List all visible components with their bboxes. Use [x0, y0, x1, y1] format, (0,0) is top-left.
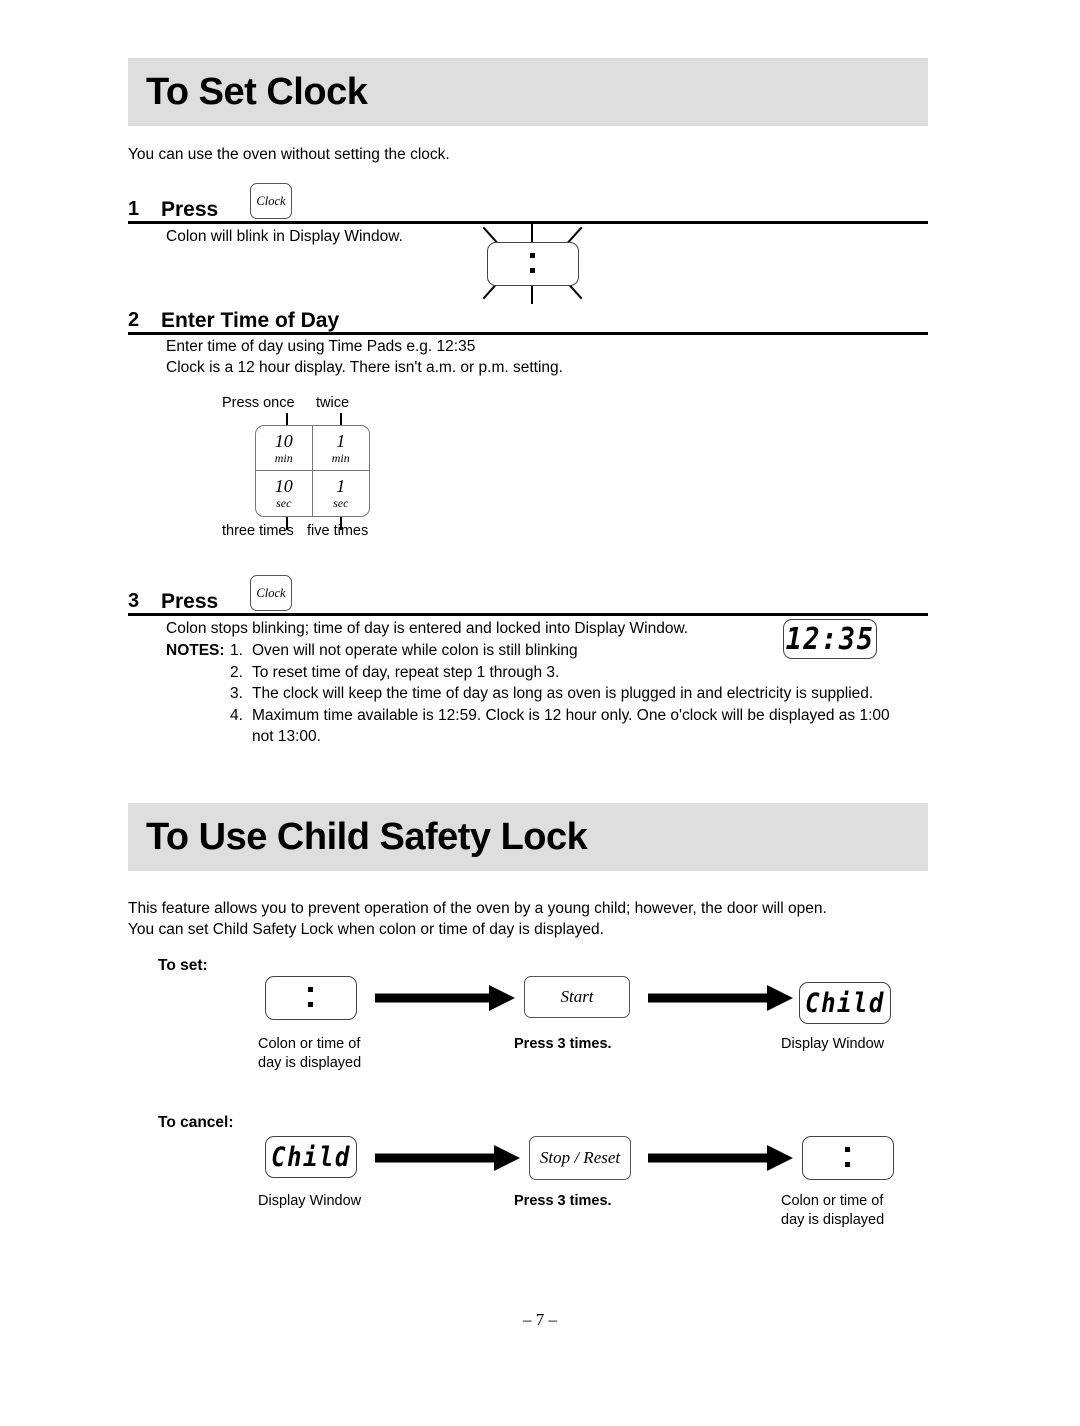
step-2-body: Enter time of day using Time Pads e.g. 1…	[166, 338, 563, 376]
note-text-2: To reset time of day, repeat step 1 thro…	[252, 663, 560, 681]
timepad-caption-twice: twice	[316, 395, 350, 411]
stop-reset-key[interactable]: Stop / Reset	[529, 1136, 631, 1180]
flow-cancel-end-caption: Colon or time of day is displayed	[781, 1193, 885, 1228]
time-pad-1-min-unit: min	[331, 450, 350, 465]
step-1-number: 1	[128, 198, 140, 220]
time-pad-10-sec-value: 10	[274, 476, 293, 496]
flow-set-arrow-1	[375, 982, 515, 1014]
time-pad-1-sec-unit: sec	[333, 496, 349, 510]
clock-key-step-1-label: Clock	[256, 193, 286, 208]
clock-key-step-3-label: Clock	[256, 585, 286, 600]
step-3-body: Colon stops blinking; time of day is ent…	[166, 620, 689, 637]
time-pad-1-min-value: 1	[336, 430, 346, 451]
note-row-1: NOTES: 1. Oven will not operate while co…	[166, 640, 926, 662]
flow-set-end-display-value: Child	[805, 987, 885, 1019]
flow-cancel-start-display: Child	[265, 1136, 357, 1178]
flow-set-end-display: Child	[799, 982, 891, 1024]
section-title-set-clock: To Set Clock	[146, 71, 368, 113]
note-lead-spacer-2	[166, 662, 230, 684]
flow-cancel-start-display-value: Child	[271, 1141, 351, 1173]
flow-heading-to-cancel: To cancel:	[158, 1114, 234, 1131]
start-key-label: Start	[560, 987, 594, 1006]
step-2-rule	[128, 332, 928, 335]
notes-list: NOTES: 1. Oven will not operate while co…	[166, 640, 926, 748]
start-key[interactable]: Start	[524, 976, 630, 1018]
note-row-4: 4. Maximum time available is 12:59. Cloc…	[166, 705, 926, 748]
page-number: – 7 –	[523, 1310, 557, 1329]
note-index-2: 2.	[230, 663, 243, 681]
step-3-rule	[128, 613, 928, 616]
colon-glyph-step-1	[530, 251, 536, 277]
timepad-caption-five-times: five times	[307, 523, 369, 539]
step-3-label: Press	[161, 590, 219, 613]
note-lead-spacer-3	[166, 683, 230, 705]
clock-key-step-1[interactable]: Clock	[250, 183, 292, 219]
flow-cancel-key-caption: Press 3 times.	[514, 1193, 612, 1209]
flow-cancel-start-caption: Display Window	[258, 1193, 362, 1209]
intro-text-set-clock: You can use the oven without setting the…	[128, 146, 450, 163]
flow-set-end-caption: Display Window	[781, 1036, 885, 1052]
note-text-3: The clock will keep the time of day as l…	[252, 685, 874, 702]
stop-reset-key-label: Stop / Reset	[539, 1148, 621, 1167]
time-pad-10-sec[interactable]: 10 sec	[256, 471, 313, 516]
time-pad-1-sec[interactable]: 1 sec	[313, 471, 370, 516]
time-pads-grid[interactable]: 10 min 1 min 10 sec 1 sec	[255, 425, 370, 517]
time-pad-10-sec-unit: sec	[276, 496, 292, 510]
step-2-number: 2	[128, 309, 140, 331]
step-3-number: 3	[128, 590, 140, 612]
note-text-1: Oven will not operate while colon is sti…	[252, 642, 578, 659]
colon-glyph-cancel-end	[845, 1145, 851, 1171]
note-text-4: Maximum time available is 12:59. Clock i…	[252, 706, 890, 746]
flow-set-key-caption: Press 3 times.	[514, 1036, 612, 1052]
flow-cancel-arrow-1	[375, 1142, 520, 1174]
flow-set-start-display	[265, 976, 357, 1020]
note-lead-spacer-4	[166, 705, 230, 748]
time-pad-10-min-unit: min	[274, 450, 293, 465]
section-banner-child-lock: To Use Child Safety Lock	[128, 803, 928, 871]
step-1-label: Press	[161, 198, 219, 221]
timepad-caption-three-times: three times	[222, 523, 294, 539]
note-index-4: 4.	[230, 706, 243, 724]
manual-page: To Set Clock You can use the oven withou…	[0, 0, 1080, 1426]
note-index-1: 1.	[230, 642, 243, 659]
step-1-body: Colon will blink in Display Window.	[166, 228, 403, 245]
flow-set-start-caption: Colon or time of day is displayed	[258, 1036, 362, 1071]
timepad-caption-press-once: Press once	[222, 395, 295, 411]
note-row-2: 2. To reset time of day, repeat step 1 t…	[166, 662, 926, 684]
notes-lead-label: NOTES:	[166, 642, 225, 659]
note-index-3: 3.	[230, 685, 243, 702]
time-pad-1-min[interactable]: 1 min	[312, 426, 369, 471]
flow-heading-to-set: To set:	[158, 957, 208, 974]
clock-key-step-3[interactable]: Clock	[250, 575, 292, 611]
time-pad-10-min[interactable]: 10 min	[256, 426, 313, 471]
section-banner-set-clock: To Set Clock	[128, 58, 928, 126]
step-2-label: Enter Time of Day	[161, 309, 340, 332]
display-window-step-1	[487, 242, 579, 286]
time-pad-1-sec-value: 1	[336, 476, 346, 496]
time-pad-10-min-value: 10	[274, 430, 293, 451]
colon-glyph-set-start	[308, 985, 314, 1011]
flow-set-arrow-2	[648, 982, 793, 1014]
intro-text-child-lock: This feature allows you to prevent opera…	[128, 900, 827, 938]
flow-cancel-end-display	[802, 1136, 894, 1180]
note-row-3: 3. The clock will keep the time of day a…	[166, 683, 926, 705]
flow-cancel-arrow-2	[648, 1142, 793, 1174]
section-title-child-lock: To Use Child Safety Lock	[146, 816, 588, 858]
